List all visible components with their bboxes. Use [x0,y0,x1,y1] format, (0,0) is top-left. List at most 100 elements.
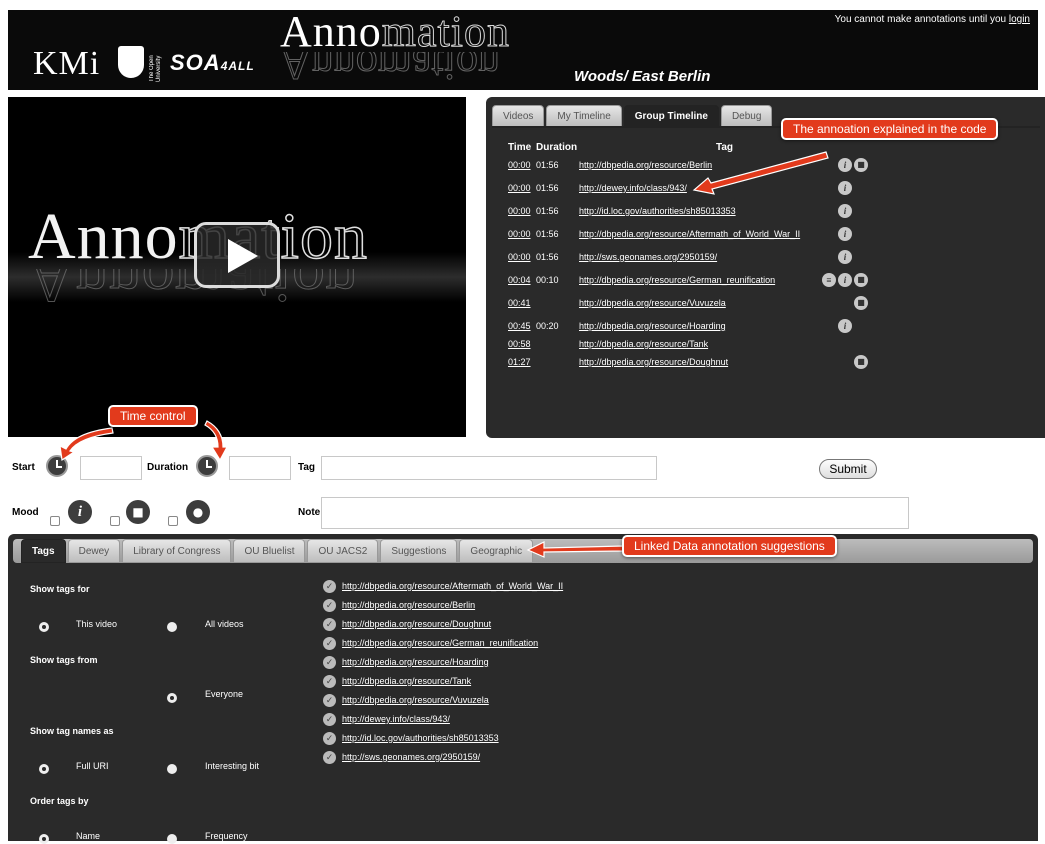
tab-ou-jacs2[interactable]: OU JACS2 [307,539,379,563]
radio-name[interactable] [39,834,49,844]
check-icon[interactable]: ✓ [323,713,336,726]
timeline-tag-link[interactable]: http://sws.geonames.org/2950159/ [579,252,717,262]
camera-icon: ■ [126,500,150,524]
radio-this-video[interactable] [39,622,49,632]
check-icon[interactable]: ✓ [323,599,336,612]
timeline-tabs: Videos My Timeline Group Timeline Debug [492,105,773,127]
mood-info-checkbox[interactable] [50,516,60,526]
suggested-tag-link[interactable]: http://dbpedia.org/resource/Vuvuzela [342,695,489,705]
check-icon[interactable]: ✓ [323,732,336,745]
tab-dewey[interactable]: Dewey [67,539,121,563]
timeline-tag-link[interactable]: http://dbpedia.org/resource/German_reuni… [579,275,775,285]
suggested-tag-link[interactable]: http://dbpedia.org/resource/Tank [342,676,471,686]
timeline-tag-link[interactable]: http://dbpedia.org/resource/Aftermath_of… [579,229,800,239]
info-icon[interactable]: i [838,181,852,195]
start-input[interactable] [80,456,142,480]
timeline-time-link[interactable]: 00:00 [508,229,531,239]
timeline-tag-link[interactable]: http://dbpedia.org/resource/Doughnut [579,357,728,367]
timeline-tag-link[interactable]: http://id.loc.gov/authorities/sh85013353 [579,206,736,216]
camera-icon[interactable]: ■ [854,355,868,369]
timeline-duration: 01:56 [536,160,559,170]
tab-my-timeline[interactable]: My Timeline [546,105,622,127]
callout-linked-data: Linked Data annotation suggestions [622,535,837,557]
timeline-time-link[interactable]: 00:41 [508,298,531,308]
check-icon[interactable]: ✓ [323,751,336,764]
timeline-duration: 01:56 [536,206,559,216]
check-icon[interactable]: ✓ [323,675,336,688]
tab-videos[interactable]: Videos [492,105,545,127]
soa-logo-text: SOA [170,50,221,75]
timeline-duration: 00:20 [536,321,559,331]
suggested-tag-link[interactable]: http://dbpedia.org/resource/Aftermath_of… [342,581,563,591]
duration-input[interactable] [229,456,291,480]
mood-camera-checkbox[interactable] [110,516,120,526]
radio-frequency[interactable] [167,834,177,844]
timeline-tag-link[interactable]: http://dbpedia.org/resource/Berlin [579,160,712,170]
info-icon[interactable]: i [838,273,852,287]
tab-library-of-congress[interactable]: Library of Congress [122,539,232,563]
submit-button[interactable]: Submit [819,459,877,479]
timeline-time-link[interactable]: 00:58 [508,339,531,349]
note-input[interactable] [321,497,909,529]
tag-input[interactable] [321,456,657,480]
timeline-time-link[interactable]: 00:00 [508,206,531,216]
timeline-time-link[interactable]: 00:00 [508,183,531,193]
tags-tabs: Tags Dewey Library of Congress OU Blueli… [21,539,534,563]
tab-debug[interactable]: Debug [720,105,773,127]
check-icon[interactable]: ✓ [323,637,336,650]
info-icon[interactable]: i [838,227,852,241]
check-icon[interactable]: ✓ [323,656,336,669]
app-title: Annomation [280,6,510,57]
column-header-tag: Tag [716,142,734,153]
suggested-tag-link[interactable]: http://sws.geonames.org/2950159/ [342,752,480,762]
login-link[interactable]: login [1009,14,1030,25]
camera-icon[interactable]: ■ [854,158,868,172]
info-icon[interactable]: i [838,158,852,172]
timeline-time-link[interactable]: 00:04 [508,275,531,285]
tab-tags[interactable]: Tags [21,539,66,563]
info-icon[interactable]: i [838,204,852,218]
tab-ou-bluelist[interactable]: OU Bluelist [233,539,306,563]
tab-geographic[interactable]: Geographic [459,539,534,563]
callout-code-explained: The annoation explained in the code [781,118,999,140]
tab-suggestions[interactable]: Suggestions [380,539,458,563]
video-player[interactable]: Annomation Annomation [8,97,466,437]
timeline-time-link[interactable]: 00:00 [508,160,531,170]
suggested-tag-link[interactable]: http://dbpedia.org/resource/Hoarding [342,657,489,667]
timeline-tag-link[interactable]: http://dewey.info/class/943/ [579,183,687,193]
suggested-tag-link[interactable]: http://dbpedia.org/resource/Doughnut [342,619,491,629]
note-icon[interactable]: ≡ [822,273,836,287]
camera-icon[interactable]: ■ [854,296,868,310]
camera-icon[interactable]: ■ [854,273,868,287]
name-label: Name [76,831,101,841]
check-icon[interactable]: ✓ [323,580,336,593]
mood-microphone-checkbox[interactable] [168,516,178,526]
radio-all-videos[interactable] [167,622,177,632]
timeline-row: 00:00 01:56 http://dbpedia.org/resource/Be… [486,158,1045,174]
timeline-row-icons: ■ [822,355,882,371]
timeline-tag-link[interactable]: http://dbpedia.org/resource/Hoarding [579,321,726,331]
duration-clock-icon[interactable] [196,455,218,477]
tab-group-timeline[interactable]: Group Timeline [623,105,719,127]
timeline-time-link[interactable]: 00:00 [508,252,531,262]
timeline-row-icons: i ■ [822,158,882,174]
check-icon[interactable]: ✓ [323,694,336,707]
suggested-tag-link[interactable]: http://dbpedia.org/resource/German_reuni… [342,638,538,648]
info-icon[interactable]: i [838,319,852,333]
timeline-tag-link[interactable]: http://dbpedia.org/resource/Tank [579,339,708,349]
radio-interesting-bit[interactable] [167,764,177,774]
play-button[interactable] [194,222,280,288]
tags-panel: Tags Dewey Library of Congress OU Blueli… [8,534,1038,844]
suggested-tag-link[interactable]: http://dewey.info/class/943/ [342,714,450,724]
suggested-tag-link[interactable]: http://dbpedia.org/resource/Berlin [342,600,475,610]
start-clock-icon[interactable] [46,455,68,477]
timeline-time-link[interactable]: 01:27 [508,357,531,367]
timeline-duration: 01:56 [536,229,559,239]
radio-everyone[interactable] [167,693,177,703]
radio-full-uri[interactable] [39,764,49,774]
timeline-time-link[interactable]: 00:45 [508,321,531,331]
timeline-tag-link[interactable]: http://dbpedia.org/resource/Vuvuzela [579,298,726,308]
check-icon[interactable]: ✓ [323,618,336,631]
suggested-tag-link[interactable]: http://id.loc.gov/authorities/sh85013353 [342,733,499,743]
info-icon[interactable]: i [838,250,852,264]
